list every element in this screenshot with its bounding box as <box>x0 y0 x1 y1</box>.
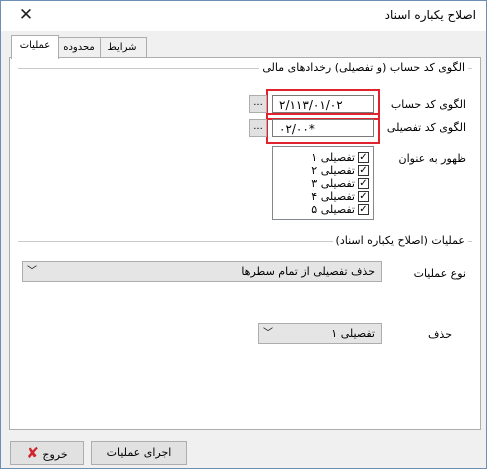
run-operations-button[interactable]: اجرای عملیات <box>91 441 187 465</box>
tab-panel: الگوی کد حساب (و تفصیلی) رخدادهای مالی ا… <box>9 57 481 430</box>
tab-conditions-label: شرایط <box>107 42 137 53</box>
tab-operations[interactable]: عملیات <box>11 35 59 59</box>
checkbox-checked-icon[interactable]: ✓ <box>358 152 369 163</box>
checkbox-checked-icon[interactable]: ✓ <box>358 178 369 189</box>
checkbox-checked-icon[interactable]: ✓ <box>358 204 369 215</box>
pattern-section-title: الگوی کد حساب (و تفصیلی) رخدادهای مالی <box>259 61 468 74</box>
chevron-down-icon: ﹀ <box>263 328 273 339</box>
account-code-browse-label: ... <box>253 97 263 108</box>
close-icon: ✘ <box>26 444 39 462</box>
detail-code-label: الگوی کد تفصیلی <box>386 121 466 134</box>
close-icon[interactable]: ✕ <box>15 4 37 26</box>
show-as-item-3[interactable]: تفصیلی ۳ ✓ <box>311 177 369 190</box>
operation-type-value: حذف تفصیلی از تمام سطرها <box>241 265 375 278</box>
show-as-item-4[interactable]: تفصیلی ۴ ✓ <box>311 190 369 203</box>
show-as-item-2[interactable]: تفصیلی ۲ ✓ <box>311 164 369 177</box>
show-as-item-5-label: تفصیلی ۵ <box>311 203 355 216</box>
exit-button[interactable]: ✘ خروج <box>10 441 84 465</box>
account-code-browse-button[interactable]: ... <box>249 95 267 113</box>
show-as-item-3-label: تفصیلی ۳ <box>311 177 355 190</box>
show-as-item-1[interactable]: تفصیلی ۱ ✓ <box>311 151 369 164</box>
chevron-down-icon: ﹀ <box>27 266 37 277</box>
tab-operations-label: عملیات <box>19 40 51 51</box>
show-as-label: ظهور به عنوان <box>398 152 466 165</box>
tab-range[interactable]: محدوده <box>57 37 101 58</box>
operations-section-title: عملیات (اصلاح یکباره اسناد) <box>332 234 468 247</box>
title-bar: اصلاح یکباره اسناد ✕ <box>1 1 486 31</box>
delete-target-select[interactable]: تفصیلی ۱ ﹀ <box>258 323 382 344</box>
show-as-item-2-label: تفصیلی ۲ <box>311 164 355 177</box>
detail-code-highlight <box>266 113 380 144</box>
checkbox-checked-icon[interactable]: ✓ <box>358 165 369 176</box>
dialog-window: اصلاح یکباره اسناد ✕ شرایط محدوده عملیات… <box>0 0 487 469</box>
window-title: اصلاح یکباره اسناد <box>384 8 476 22</box>
detail-code-browse-button[interactable]: ... <box>249 119 267 137</box>
show-as-item-5[interactable]: تفصیلی ۵ ✓ <box>311 203 369 216</box>
show-as-item-1-label: تفصیلی ۱ <box>311 151 355 164</box>
exit-button-label: خروج <box>42 448 68 461</box>
delete-label: حذف <box>428 328 452 341</box>
tab-conditions[interactable]: شرایط <box>97 37 147 58</box>
run-operations-label: اجرای عملیات <box>106 446 172 459</box>
account-code-label: الگوی کد حساب <box>390 98 466 111</box>
show-as-item-4-label: تفصیلی ۴ <box>311 190 355 203</box>
operation-type-select[interactable]: حذف تفصیلی از تمام سطرها ﹀ <box>22 261 382 282</box>
tab-range-label: محدوده <box>63 42 95 53</box>
show-as-listbox[interactable]: تفصیلی ۱ ✓ تفصیلی ۲ ✓ تفصیلی ۳ ✓ تفصیلی … <box>272 146 374 220</box>
detail-code-browse-label: ... <box>253 121 263 132</box>
delete-target-value: تفصیلی ۱ <box>331 327 375 340</box>
operation-type-label: نوع عملیات <box>413 267 466 280</box>
checkbox-checked-icon[interactable]: ✓ <box>358 191 369 202</box>
